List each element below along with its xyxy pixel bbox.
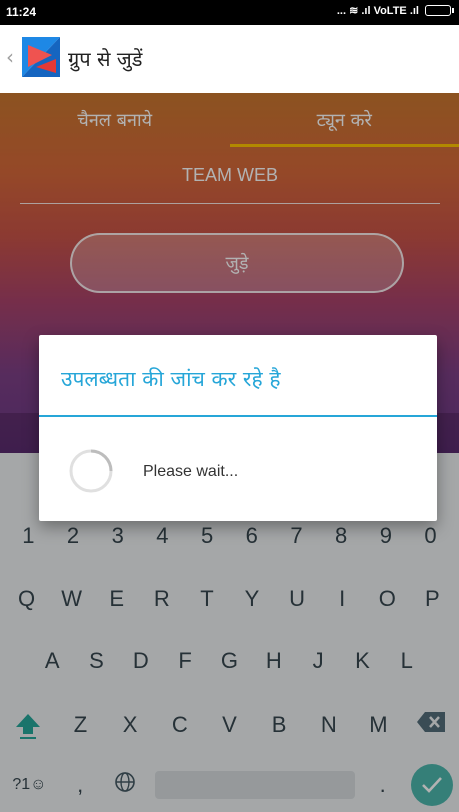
spinner-icon xyxy=(69,449,113,493)
signal-icon: ... ≋ .ıl VoLTE .ıl xyxy=(336,5,419,17)
progress-dialog: उपलब्धता की जांच कर रहे है Please wait..… xyxy=(39,335,437,521)
app-bar: ‹ ग्रुप से जुडें xyxy=(0,25,459,93)
dialog-divider xyxy=(39,415,437,417)
status-bar: 11:24 ... ≋ .ıl VoLTE .ıl xyxy=(0,0,459,25)
app-title: ग्रुप से जुडें xyxy=(68,47,143,71)
back-chevron-icon[interactable]: ‹ xyxy=(6,45,14,69)
app-logo-icon xyxy=(22,37,60,77)
dialog-title: उपलब्धता की जांच कर रहे है xyxy=(61,367,281,391)
status-time: 11:24 xyxy=(6,5,37,19)
dialog-message: Please wait... xyxy=(143,463,239,480)
battery-icon xyxy=(425,5,454,16)
status-indicators: ... ≋ .ıl VoLTE .ıl xyxy=(336,4,454,17)
